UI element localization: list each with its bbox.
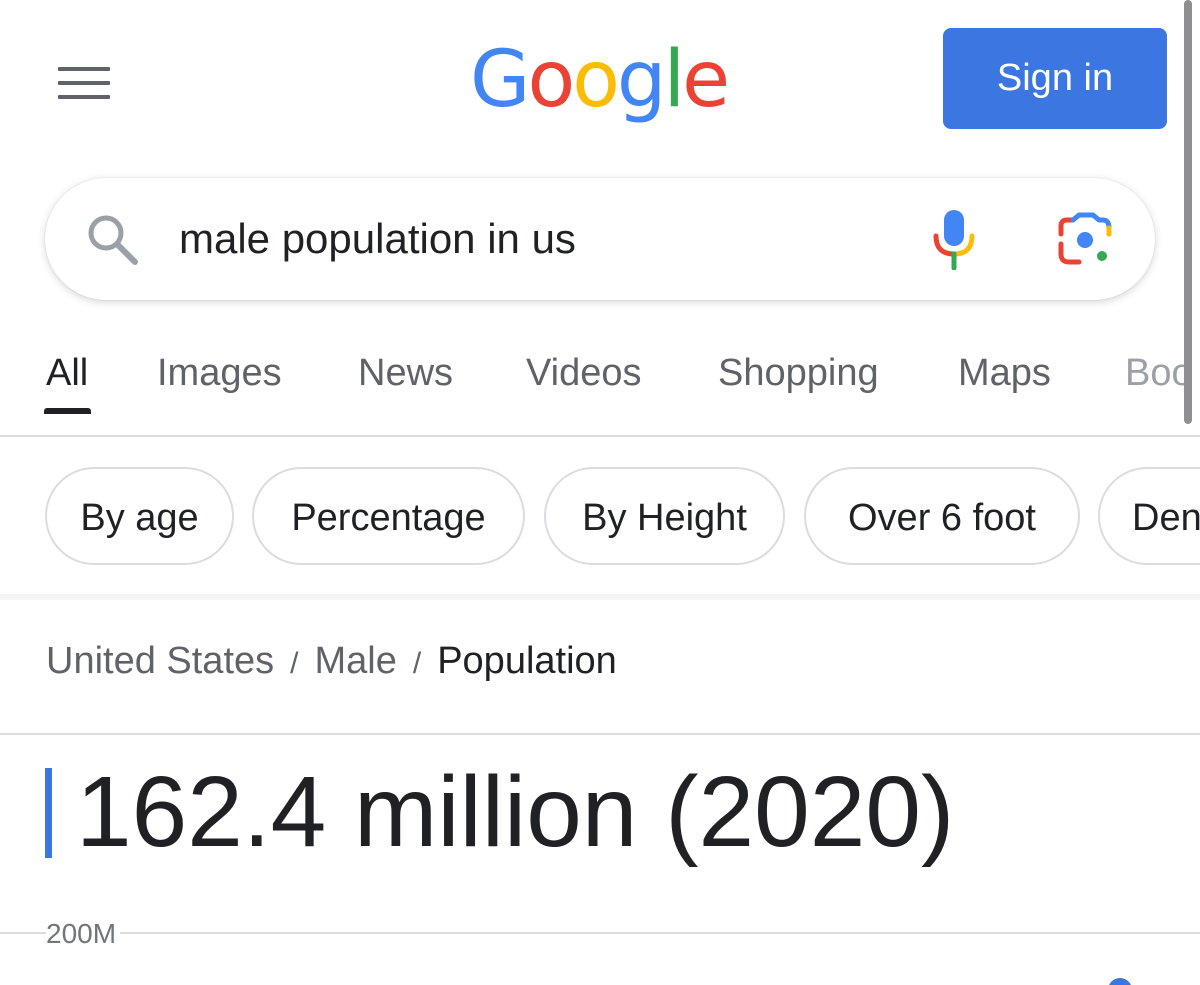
section-separator (0, 594, 1200, 600)
search-bar[interactable]: male population in us (45, 178, 1155, 300)
breadcrumb-united-states[interactable]: United States (46, 640, 274, 682)
google-lens-icon[interactable] (1057, 212, 1113, 266)
chip-by-age[interactable]: By age (45, 467, 234, 565)
tab-news[interactable]: News (358, 352, 453, 395)
tab-all[interactable]: All (46, 352, 88, 395)
tab-videos[interactable]: Videos (526, 352, 642, 395)
logo-letter: e (682, 35, 730, 125)
microphone-icon[interactable] (931, 208, 977, 270)
active-tab-indicator (44, 408, 91, 414)
hamburger-menu-icon[interactable] (58, 67, 110, 103)
search-input[interactable]: male population in us (179, 206, 879, 272)
logo-letter: o (527, 35, 575, 125)
chip-over-6-foot[interactable]: Over 6 foot (804, 467, 1080, 565)
chip-by-height[interactable]: By Height (544, 467, 785, 565)
breadcrumb-separator: / (412, 647, 422, 680)
chip-percentage[interactable]: Percentage (252, 467, 525, 565)
google-logo[interactable]: Google (470, 30, 730, 130)
breadcrumb-male[interactable]: Male (314, 640, 396, 682)
chart-data-point[interactable] (1108, 978, 1132, 985)
logo-letter: l (663, 35, 685, 125)
chip-density[interactable]: Den (1098, 467, 1200, 565)
logo-letter: G (470, 35, 530, 125)
tab-shopping[interactable]: Shopping (718, 352, 879, 395)
search-results-page: Google Sign in male population in us All… (0, 0, 1200, 985)
scrollbar[interactable] (1184, 0, 1192, 424)
tab-maps[interactable]: Maps (958, 352, 1051, 395)
logo-letter: g (616, 35, 666, 125)
breadcrumb-divider (0, 733, 1200, 735)
chart-gridline (0, 932, 1200, 934)
breadcrumb-separator: / (290, 647, 299, 680)
search-tabs: All Images News Videos Shopping Maps Boo (0, 336, 1200, 436)
answer-accent-bar (45, 768, 52, 858)
chart-y-tick-label: 200M (46, 918, 121, 950)
breadcrumb: United States / Male / Population (46, 640, 617, 683)
sign-in-button[interactable]: Sign in (943, 28, 1167, 129)
search-icon[interactable] (85, 212, 139, 266)
tab-books[interactable]: Boo (1125, 352, 1193, 395)
breadcrumb-population: Population (437, 640, 617, 682)
tabs-divider (0, 435, 1200, 437)
tab-images[interactable]: Images (157, 352, 282, 395)
answer-value: 162.4 million (2020) (76, 756, 955, 868)
logo-letter: o (572, 35, 620, 125)
